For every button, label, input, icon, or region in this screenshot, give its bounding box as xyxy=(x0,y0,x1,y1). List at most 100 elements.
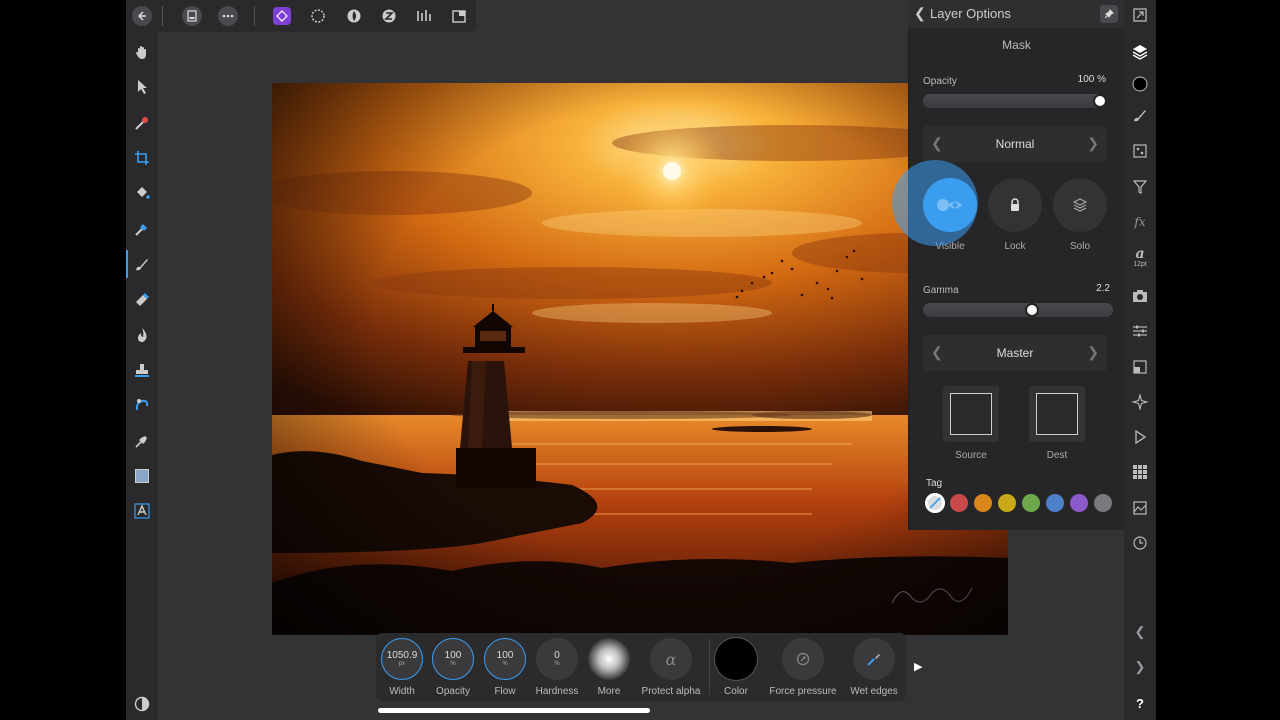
sliders-icon[interactable] xyxy=(1129,320,1151,342)
gamma-value: 2.2 xyxy=(1096,283,1110,294)
adjustments-icon[interactable] xyxy=(1129,140,1151,162)
touch-indicator xyxy=(892,160,978,246)
selection-brush-tool-icon[interactable] xyxy=(132,219,152,239)
opacity-control[interactable]: 100 % xyxy=(432,638,474,680)
more-label: More xyxy=(597,686,621,697)
tag-color-swatch[interactable] xyxy=(950,494,968,512)
hand-tool-icon[interactable] xyxy=(132,42,152,62)
hardness-control[interactable]: 0 % xyxy=(536,638,578,680)
color-icon[interactable] xyxy=(1129,73,1151,95)
library-grid-icon[interactable] xyxy=(1129,461,1151,483)
help-icon[interactable]: ? xyxy=(1129,692,1151,714)
hardness-label: Hardness xyxy=(535,686,579,697)
studio-bar: fx a 12pt ❮ ❯ ? xyxy=(1124,0,1156,720)
context-toolbar: 1050.9 px Width 100 % Opacity 100 % Flow… xyxy=(376,633,906,701)
flow-control[interactable]: 100 % xyxy=(484,638,526,680)
top-toolbar xyxy=(126,0,476,32)
lock-button[interactable] xyxy=(988,178,1042,232)
dodge-burn-tool-icon[interactable] xyxy=(132,325,152,345)
tag-label: Tag xyxy=(926,478,943,489)
width-value: 1050.9 xyxy=(386,650,418,661)
tag-none-swatch[interactable] xyxy=(925,493,945,513)
wet-edges-button[interactable] xyxy=(853,638,895,680)
clone-tool-icon[interactable] xyxy=(132,360,152,380)
crop-tool-icon[interactable] xyxy=(132,148,152,168)
redo-chevron-icon[interactable]: ❯ xyxy=(1129,656,1151,678)
camera-icon[interactable] xyxy=(1129,285,1151,307)
force-pressure-button[interactable] xyxy=(782,638,824,680)
chevron-right-icon[interactable]: ❯ xyxy=(1087,135,1099,152)
tag-color-swatch[interactable] xyxy=(1070,494,1088,512)
panel-body: Mask Opacity 100 % ❮ Normal ❯ Visible Lo… xyxy=(908,28,1124,530)
macro-play-icon[interactable] xyxy=(1129,426,1151,448)
tag-color-swatch[interactable] xyxy=(1046,494,1064,512)
undo-chevron-icon[interactable]: ❮ xyxy=(1129,621,1151,643)
brush-opacity-unit: % xyxy=(450,661,456,667)
snapping-icon[interactable] xyxy=(1129,391,1151,413)
photo-persona-icon[interactable] xyxy=(273,7,291,25)
pin-icon[interactable] xyxy=(1100,5,1118,23)
tag-color-swatch[interactable] xyxy=(1094,494,1112,512)
export-persona-icon[interactable] xyxy=(449,6,469,26)
transform-icon[interactable] xyxy=(1129,356,1151,378)
flow-unit: % xyxy=(502,661,508,667)
navigator-icon[interactable] xyxy=(1129,4,1151,26)
layers-icon[interactable] xyxy=(1129,41,1151,63)
filter-icon[interactable] xyxy=(1129,176,1151,198)
protect-alpha-label: Protect alpha xyxy=(641,686,701,697)
color-label: Color xyxy=(724,686,748,697)
more-options-icon[interactable] xyxy=(218,6,238,26)
tag-color-swatch[interactable] xyxy=(974,494,992,512)
font-size-label: 12pt xyxy=(1133,261,1147,268)
history-icon[interactable] xyxy=(1129,532,1151,554)
gamma-slider-knob[interactable] xyxy=(1025,303,1039,317)
opacity-slider-knob[interactable] xyxy=(1093,94,1107,108)
develop-persona-icon[interactable] xyxy=(379,6,399,26)
gamma-slider[interactable] xyxy=(923,303,1113,317)
flow-label: Flow xyxy=(494,686,516,697)
width-unit: px xyxy=(398,661,406,667)
solo-label: Solo xyxy=(1069,241,1090,252)
opacity-value: 100 % xyxy=(1077,74,1106,85)
app-window: ❮ Layer Options Mask Opacity 100 % ❮ Nor… xyxy=(126,0,1156,720)
channel-value: Master xyxy=(996,346,1034,360)
erase-brush-tool-icon[interactable] xyxy=(132,289,152,309)
paint-brush-tool-icon[interactable] xyxy=(126,250,152,278)
stock-icon[interactable] xyxy=(1129,497,1151,519)
selection-persona-icon[interactable] xyxy=(308,6,328,26)
document-canvas[interactable] xyxy=(272,83,1008,635)
width-control[interactable]: 1050.9 px xyxy=(381,638,423,680)
source-swatch[interactable] xyxy=(943,386,999,442)
document-icon[interactable] xyxy=(182,6,202,26)
fx-icon[interactable]: fx xyxy=(1129,211,1151,233)
protect-alpha-button[interactable]: α xyxy=(650,638,692,680)
pen-tool-icon[interactable] xyxy=(132,431,152,451)
brushes-icon[interactable] xyxy=(1129,104,1151,126)
text-tool-icon[interactable] xyxy=(132,501,152,521)
chevron-left-icon[interactable]: ❮ xyxy=(914,5,926,22)
solo-button[interactable] xyxy=(1053,178,1107,232)
tools-panel xyxy=(126,32,158,720)
move-tool-icon[interactable] xyxy=(132,77,152,97)
hardness-value: 0 xyxy=(554,650,560,661)
quick-mask-icon[interactable] xyxy=(132,694,152,714)
more-brush-options-button[interactable] xyxy=(588,638,630,680)
tone-mapping-persona-icon[interactable] xyxy=(414,6,434,26)
tag-color-swatch[interactable] xyxy=(998,494,1016,512)
character-icon[interactable]: a 12pt xyxy=(1129,244,1151,272)
liquify-persona-icon[interactable] xyxy=(344,6,364,26)
healing-tool-icon[interactable] xyxy=(132,395,152,415)
expand-toolbar-icon[interactable]: ▶ xyxy=(914,660,922,673)
opacity-slider[interactable] xyxy=(923,94,1107,108)
back-icon[interactable] xyxy=(132,6,152,26)
chevron-right-icon[interactable]: ❯ xyxy=(1087,344,1099,361)
dest-swatch[interactable] xyxy=(1029,386,1085,442)
flood-fill-tool-icon[interactable] xyxy=(132,183,152,203)
hardness-unit: % xyxy=(554,661,560,667)
shape-tool-icon[interactable] xyxy=(132,466,152,486)
color-picker-tool-icon[interactable] xyxy=(132,113,152,133)
blend-mode-picker[interactable]: ❮ Normal ❯ xyxy=(923,126,1107,162)
channel-picker[interactable]: ❮ Master ❯ xyxy=(923,335,1107,371)
tag-color-swatch[interactable] xyxy=(1022,494,1040,512)
color-swatch-button[interactable] xyxy=(714,637,758,681)
